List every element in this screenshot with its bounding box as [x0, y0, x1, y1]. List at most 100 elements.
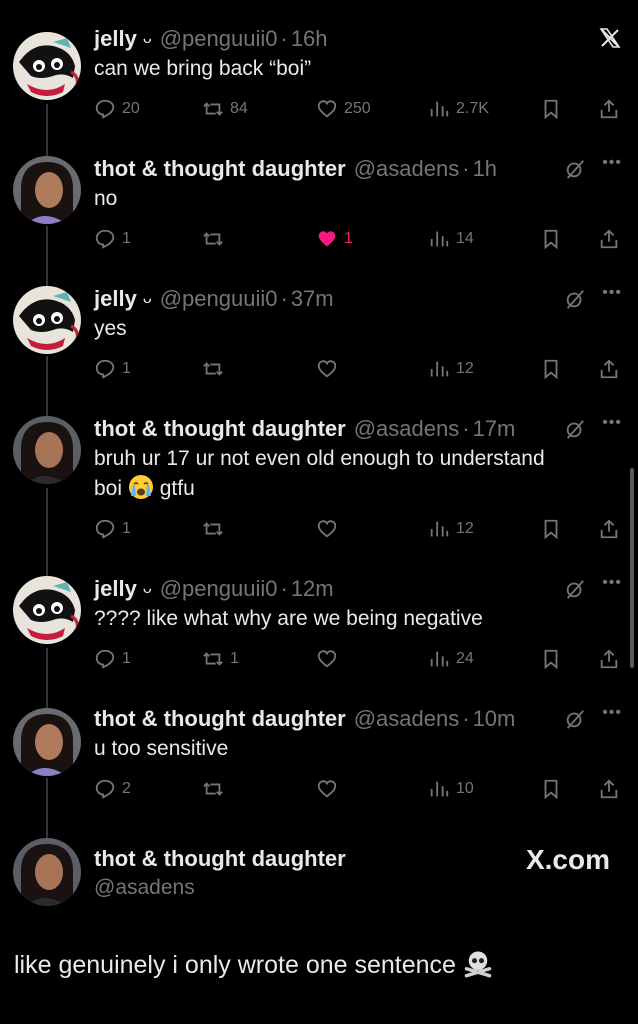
- handle[interactable]: @asadens: [354, 156, 460, 182]
- avatar[interactable]: [13, 32, 81, 100]
- reply-button[interactable]: 1: [94, 516, 131, 542]
- timestamp[interactable]: 12m: [291, 576, 334, 602]
- tweet-text: yes: [94, 317, 127, 340]
- views-button[interactable]: 12: [428, 516, 474, 542]
- thread-line: [46, 104, 48, 156]
- retweet-button[interactable]: [202, 226, 230, 252]
- more-options-icon[interactable]: •••: [602, 574, 622, 592]
- share-button[interactable]: [598, 516, 620, 542]
- display-name[interactable]: thot & thought daughter: [94, 416, 346, 442]
- timestamp[interactable]: 1h: [473, 156, 497, 182]
- more-options-icon[interactable]: •••: [602, 284, 622, 302]
- views-button[interactable]: 14: [428, 226, 474, 252]
- share-button[interactable]: [598, 96, 620, 122]
- like-button[interactable]: 1: [316, 226, 353, 252]
- share-icon: [600, 359, 618, 379]
- timestamp[interactable]: 37m: [291, 286, 334, 312]
- views-button[interactable]: 10: [428, 776, 474, 802]
- timestamp[interactable]: 16h: [291, 26, 328, 52]
- display-name[interactable]: jelly: [94, 26, 137, 52]
- share-icon: [600, 779, 618, 799]
- views-button[interactable]: 12: [428, 356, 474, 382]
- avatar[interactable]: [13, 576, 81, 644]
- handle[interactable]: @asadens: [354, 416, 460, 442]
- share-button[interactable]: [598, 356, 620, 382]
- reply-button[interactable]: 1: [94, 356, 131, 382]
- more-options-icon[interactable]: •••: [602, 154, 622, 172]
- timestamp[interactable]: 10m: [473, 706, 516, 732]
- badge-icon: ᴗ: [142, 30, 152, 47]
- retweet-button[interactable]: [202, 356, 230, 382]
- handle[interactable]: @penguuii0: [160, 576, 278, 602]
- grok-icon[interactable]: [564, 288, 586, 310]
- like-button[interactable]: [316, 516, 344, 542]
- grok-icon[interactable]: [564, 418, 586, 440]
- like-button[interactable]: 250: [316, 96, 371, 122]
- grok-icon[interactable]: [564, 578, 586, 600]
- reply-button[interactable]: 1: [94, 226, 131, 252]
- heart-icon: [317, 650, 337, 668]
- like-count: 1: [344, 230, 353, 247]
- heart-icon: [317, 360, 337, 378]
- views-button[interactable]: 24: [428, 646, 474, 672]
- display-name[interactable]: thot & thought daughter: [94, 846, 346, 872]
- share-button[interactable]: [598, 226, 620, 252]
- avatar[interactable]: [13, 708, 81, 776]
- avatar[interactable]: [13, 286, 81, 354]
- reply-button[interactable]: 1: [94, 646, 131, 672]
- bookmark-button[interactable]: [540, 776, 562, 802]
- thread-line: [46, 226, 48, 288]
- handle[interactable]: @asadens: [354, 706, 460, 732]
- retweet-button[interactable]: 84: [202, 96, 248, 122]
- bookmark-button[interactable]: [540, 516, 562, 542]
- handle[interactable]: @penguuii0: [160, 286, 278, 312]
- reply-count: 20: [122, 100, 140, 117]
- share-button[interactable]: [598, 646, 620, 672]
- share-icon: [600, 649, 618, 669]
- grok-icon[interactable]: [564, 708, 586, 730]
- display-name[interactable]: thot & thought daughter: [94, 156, 346, 182]
- views-button[interactable]: 2.7K: [428, 96, 489, 122]
- bookmark-button[interactable]: [540, 96, 562, 122]
- scrollbar[interactable]: [630, 468, 634, 668]
- like-button[interactable]: [316, 356, 344, 382]
- display-name[interactable]: thot & thought daughter: [94, 706, 346, 732]
- retweet-button[interactable]: 1: [202, 646, 239, 672]
- handle[interactable]: @asadens: [94, 876, 195, 900]
- views-icon: [430, 651, 449, 667]
- more-options-icon[interactable]: •••: [602, 704, 622, 722]
- bookmark-button[interactable]: [540, 646, 562, 672]
- x-close-icon[interactable]: [598, 26, 622, 50]
- like-button[interactable]: [316, 776, 344, 802]
- thread-line: [46, 488, 48, 578]
- views-icon: [430, 361, 449, 377]
- reply-button[interactable]: 20: [94, 96, 140, 122]
- avatar[interactable]: [13, 838, 81, 906]
- action-bar: 1 1 24: [94, 646, 624, 672]
- avatar[interactable]: [13, 156, 81, 224]
- grok-icon[interactable]: [564, 158, 586, 180]
- timestamp[interactable]: 17m: [473, 416, 516, 442]
- avatar[interactable]: [13, 416, 81, 484]
- display-name[interactable]: jelly: [94, 286, 137, 312]
- heart-icon: [317, 100, 337, 118]
- more-options-icon[interactable]: •••: [602, 414, 622, 432]
- retweet-button[interactable]: [202, 776, 230, 802]
- reply-icon: [95, 519, 115, 539]
- action-bar: 20 84 250 2.7K: [94, 96, 624, 122]
- bookmark-button[interactable]: [540, 226, 562, 252]
- bookmark-icon: [544, 229, 558, 250]
- bookmark-button[interactable]: [540, 356, 562, 382]
- display-name[interactable]: jelly: [94, 576, 137, 602]
- reply-button[interactable]: 2: [94, 776, 131, 802]
- like-button[interactable]: [316, 646, 344, 672]
- share-button[interactable]: [598, 776, 620, 802]
- retweet-button[interactable]: [202, 516, 230, 542]
- handle[interactable]: @penguuii0: [160, 26, 278, 52]
- tweet-text-word: boi: [94, 477, 123, 500]
- view-count: 10: [456, 780, 474, 797]
- tweet-text: can we bring back “boi”: [94, 57, 312, 80]
- tweet-header: jelly ᴗ @penguuii0 · 37m: [94, 284, 334, 314]
- share-icon: [600, 229, 618, 249]
- tweet-text-line: boi gtfu: [94, 474, 604, 504]
